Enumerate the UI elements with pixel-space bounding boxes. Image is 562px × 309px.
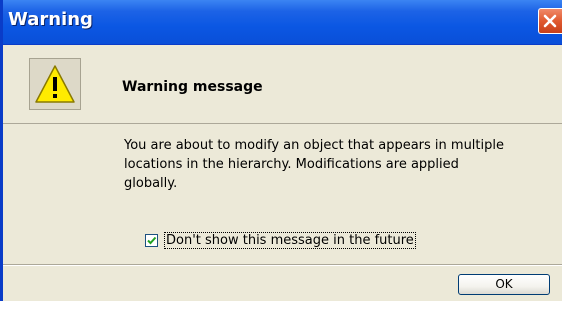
screen-background [0, 301, 562, 309]
dont-show-again-checkbox[interactable] [145, 233, 158, 247]
message-line: locations in the hierarchy. Modification… [124, 157, 459, 172]
message-line: globally. [124, 176, 178, 191]
dont-show-again-option[interactable]: Don't show this message in the future [145, 231, 416, 249]
window-title: Warning [8, 9, 93, 30]
warning-message: You are about to modify an object that a… [124, 136, 544, 193]
dialog-heading: Warning message [122, 79, 263, 95]
message-line: You are about to modify an object that a… [124, 138, 504, 153]
checkmark-icon [147, 236, 157, 244]
title-bar[interactable]: Warning [3, 0, 562, 45]
warning-icon [29, 58, 81, 110]
footer-separator [3, 264, 562, 266]
dialog-header [3, 45, 562, 124]
close-icon [543, 14, 557, 28]
ok-button[interactable]: OK [458, 274, 550, 295]
close-button[interactable] [538, 8, 562, 34]
warning-dialog: Warning Warning message You are about to… [0, 0, 562, 301]
checkbox-label[interactable]: Don't show this message in the future [164, 231, 416, 249]
